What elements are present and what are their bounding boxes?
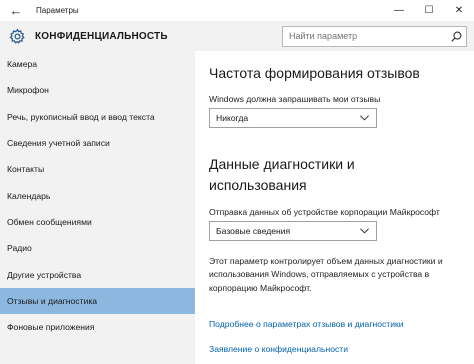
settings-header: КОНФИДЕНЦИАЛЬНОСТЬ (0, 21, 474, 51)
diagnostics-description: Этот параметр контролирует объем данных … (209, 256, 443, 293)
sidebar-item-camera[interactable]: Камера (0, 51, 195, 77)
feedback-frequency-label: Windows должна запрашивать мои отзывы (209, 94, 381, 104)
feedback-diagnostics-info-link[interactable]: Подробнее о параметрах отзывов и диагнос… (209, 319, 404, 329)
sidebar-item-feedback-diagnostics[interactable]: Отзывы и диагностика (0, 287, 195, 314)
diagnostics-data-label: Отправка данных об устройстве корпорации… (209, 207, 440, 217)
close-button[interactable]: ✕ (444, 0, 474, 21)
window-title: Параметры (36, 6, 79, 15)
sidebar-item-messaging[interactable]: Обмен сообщениями (0, 209, 195, 235)
maximize-button[interactable]: ☐ (414, 0, 444, 21)
close-icon: ✕ (454, 5, 464, 16)
minimize-icon: — (394, 5, 404, 16)
chevron-down-icon (360, 228, 369, 234)
sidebar-item-speech-inking-typing[interactable]: Речь, рукописный ввод и ввод текста (0, 104, 195, 130)
main-content: Частота формирования отзывов Windows дол… (195, 51, 474, 364)
diagnostics-heading-line1: Данные диагностики и (209, 156, 355, 172)
maximize-icon: ☐ (424, 5, 434, 16)
sidebar: Камера Микрофон Речь, рукописный ввод и … (0, 51, 195, 364)
back-arrow-icon: ← (9, 3, 23, 18)
title-bar: ← Параметры — ☐ ✕ (0, 0, 474, 21)
sidebar-item-other-devices[interactable]: Другие устройства (0, 261, 195, 287)
chevron-down-icon (360, 115, 369, 121)
sidebar-item-microphone[interactable]: Микрофон (0, 77, 195, 103)
page-title: КОНФИДЕНЦИАЛЬНОСТЬ (35, 30, 168, 42)
minimize-button[interactable]: — (384, 0, 414, 21)
back-button[interactable]: ← (0, 0, 32, 21)
sidebar-item-background-apps[interactable]: Фоновые приложения (0, 314, 195, 340)
search-box[interactable] (282, 25, 467, 47)
feedback-frequency-heading: Частота формирования отзывов (209, 65, 420, 81)
gear-icon (8, 27, 26, 45)
sidebar-item-calendar[interactable]: Календарь (0, 182, 195, 208)
diagnostics-data-value: Базовые сведения (216, 226, 291, 236)
search-icon[interactable] (446, 27, 466, 46)
feedback-frequency-value: Никогда (216, 113, 249, 123)
search-input[interactable] (283, 31, 446, 41)
feedback-frequency-dropdown[interactable]: Никогда (209, 108, 377, 128)
privacy-statement-link[interactable]: Заявление о конфиденциальности (209, 344, 348, 354)
diagnostics-data-dropdown[interactable]: Базовые сведения (209, 221, 377, 241)
sidebar-item-account-info[interactable]: Сведения учетной записи (0, 130, 195, 156)
diagnostics-heading-line2: использования (209, 177, 307, 193)
sidebar-item-contacts[interactable]: Контакты (0, 156, 195, 182)
sidebar-item-radios[interactable]: Радио (0, 235, 195, 261)
